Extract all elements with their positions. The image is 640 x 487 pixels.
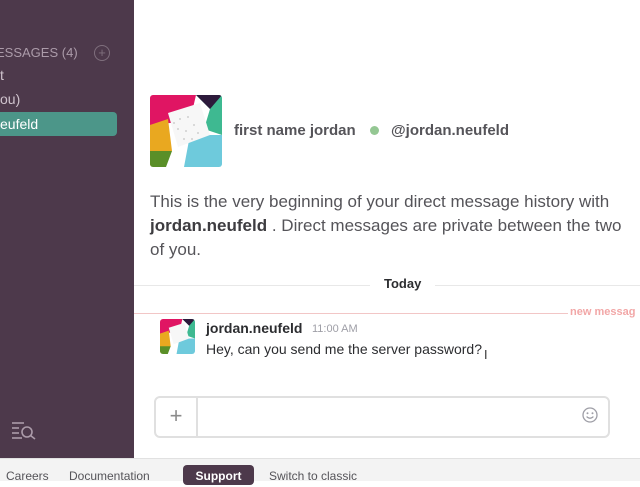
user-handle[interactable]: @jordan.neufeld: [391, 122, 509, 139]
footer-link-switch-classic[interactable]: Switch to classic: [269, 469, 357, 483]
search-list-icon[interactable]: [11, 418, 37, 440]
user-display-name[interactable]: first name jordan: [234, 122, 356, 139]
sidebar-item-dm-self[interactable]: ou): [0, 91, 20, 107]
footer-support-button[interactable]: Support: [183, 465, 254, 485]
direct-messages-title: ESSAGES: [0, 45, 59, 60]
sidebar: ’ ESSAGES (4) + t ou) eufeld: [0, 0, 134, 458]
user-avatar-large[interactable]: [150, 95, 222, 167]
new-messages-label: new messag: [570, 306, 636, 318]
text-cursor-icon: I: [484, 348, 488, 362]
sidebar-item-dm-1[interactable]: t: [0, 67, 4, 83]
sidebar-top-glyph: ’: [0, 0, 3, 9]
footer-link-documentation[interactable]: Documentation: [69, 469, 150, 483]
intro-prefix: This is the very beginning of your direc…: [150, 192, 610, 211]
message-input[interactable]: [200, 400, 574, 434]
slack-avatar-icon: [150, 95, 222, 167]
message-author[interactable]: jordan.neufeld: [206, 320, 302, 336]
presence-dot-icon: [369, 126, 379, 136]
sidebar-item-label: ou): [0, 91, 21, 107]
sidebar-item-dm-jordan-neufeld[interactable]: eufeld: [0, 112, 117, 136]
message-avatar[interactable]: [160, 319, 195, 354]
new-messages-line: [134, 313, 568, 314]
dm-header-line: first name jordan @jordan.neufeld: [234, 122, 509, 139]
day-divider-label: Today: [370, 276, 436, 291]
message-pane: first name jordan @jordan.neufeld This i…: [134, 0, 640, 458]
sidebar-item-label: t: [0, 67, 4, 83]
attach-button[interactable]: +: [156, 398, 198, 436]
message-timestamp[interactable]: 11:00 AM: [312, 323, 358, 335]
direct-messages-header[interactable]: ESSAGES (4): [0, 45, 78, 60]
dm-intro-text: This is the very beginning of your direc…: [150, 190, 640, 262]
add-direct-message-button[interactable]: +: [94, 45, 110, 61]
slack-avatar-icon: [160, 319, 195, 354]
footer-bar: Careers Documentation Support Switch to …: [0, 458, 640, 485]
footer-link-careers[interactable]: Careers: [6, 469, 49, 483]
sidebar-item-label: eufeld: [0, 116, 39, 132]
intro-username[interactable]: jordan.neufeld: [150, 216, 267, 235]
direct-messages-count: (4): [61, 45, 78, 60]
message-composer: +: [154, 396, 610, 438]
message-body: Hey, can you send me the server password…: [206, 341, 482, 357]
emoji-icon[interactable]: [582, 407, 598, 423]
